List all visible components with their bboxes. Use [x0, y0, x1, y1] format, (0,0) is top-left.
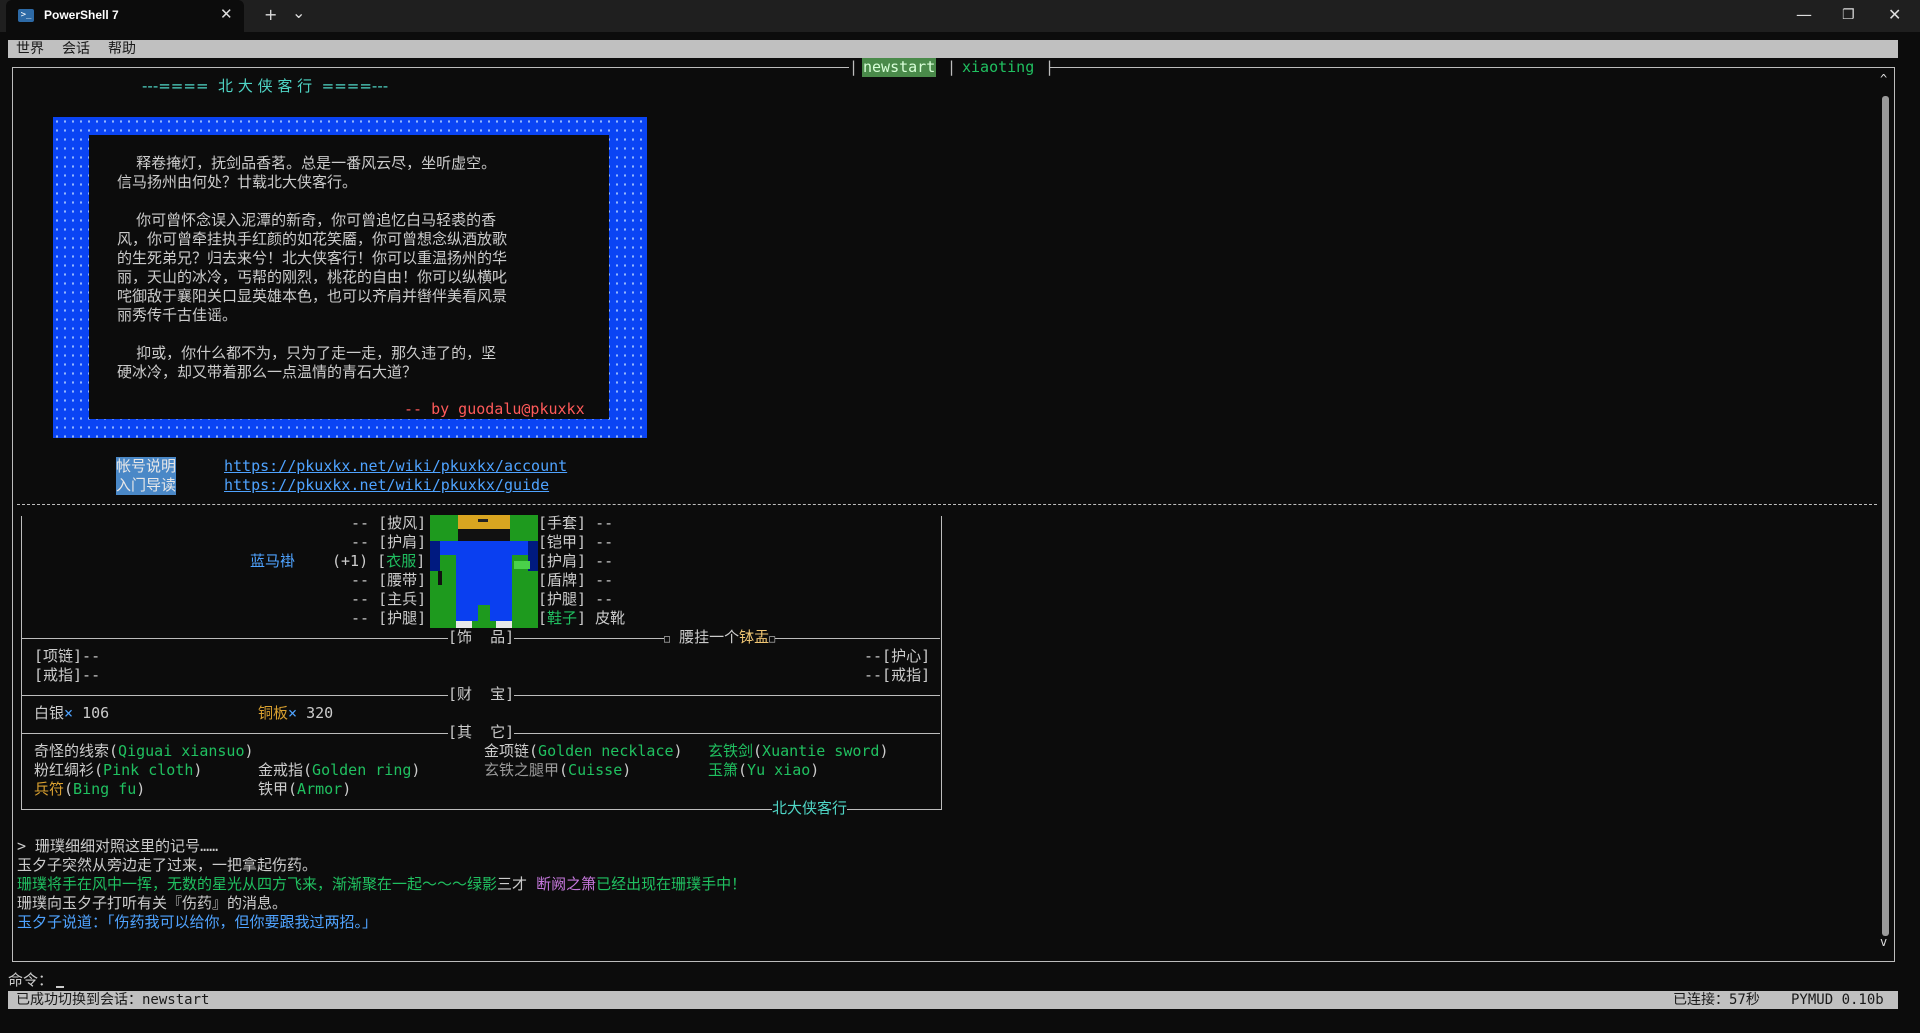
worn-item: 蓝马褂	[250, 552, 296, 570]
menu-world[interactable]: 世界	[16, 40, 44, 58]
title-bar: >_ PowerShell 7 ✕ + ⌄ — ❐ ✕	[0, 0, 1920, 32]
close-window-icon[interactable]: ✕	[1888, 5, 1901, 24]
accessories-header: [饰 品]	[448, 628, 515, 647]
message-line: 珊璞将手在风中一挥，无数的星光从四方飞来，渐渐聚在一起～～～绿影三才 断阙之箫已…	[17, 875, 747, 893]
heart-guard-slot: --[护心]	[864, 647, 931, 665]
inventory-item: 奇怪的线索(Qiguai xiansuo)	[34, 742, 254, 760]
ring-slot-right: --[戒指]	[864, 666, 931, 684]
slot-clothes: (+1) [衣服]	[332, 552, 426, 570]
silver-count: 白银× 106	[34, 704, 110, 722]
inventory-item: 玄铁剑(Xuantie sword)	[708, 742, 889, 760]
command-input[interactable]	[56, 971, 1896, 990]
dashed-divider	[17, 504, 1877, 505]
message-line: 珊璞向玉夕子打听有关『伤药』的消息。	[17, 894, 288, 912]
slot-cloak: -- [披风]	[351, 514, 427, 532]
session-tab-newstart[interactable]: newstart	[862, 58, 937, 77]
chevron-down-icon[interactable]: ⌄	[292, 3, 305, 22]
copper-count: 铜板× 320	[258, 704, 334, 722]
slot-gloves: [手套] --	[538, 514, 614, 532]
scroll-up-icon[interactable]: ^	[1880, 72, 1887, 86]
waist-note: □ 腰挂一个钵盂□	[664, 628, 776, 649]
intro-line: 丽秀传千古佳谣。	[117, 306, 238, 324]
menu-session[interactable]: 会话	[62, 40, 90, 58]
restore-icon[interactable]: ❐	[1842, 7, 1855, 23]
inventory-item: 玄铁之腿甲(Cuisse)	[484, 761, 632, 779]
slot-armor: [铠甲] --	[538, 533, 614, 551]
message-line: 玉夕子说道：「伤药我可以给你，但你要跟我过两招。」	[17, 913, 378, 931]
terminal-tab[interactable]: >_ PowerShell 7 ✕	[6, 0, 244, 32]
slot-leg-right: [护腿] --	[538, 590, 614, 608]
intro-line: 的生死弟兄？归去来兮！北大侠客行！你可以重温扬州的华	[117, 249, 508, 267]
status-message: 已成功切换到会话：newstart	[16, 992, 210, 1008]
intro-line: 丽，天山的冰冷，丐帮的刚烈，桃花的自由！你可以纵横叱	[117, 268, 508, 286]
intro-signature: -- by guodalu@pkuxkx	[404, 400, 585, 418]
slot-shoulder-right: [护肩] --	[538, 552, 614, 570]
app-version: PYMUD 0.10b	[1791, 992, 1884, 1008]
inventory-item: 金戒指(Golden ring)	[258, 761, 421, 779]
ring-slot-left: [戒指]--	[34, 666, 101, 684]
scroll-down-icon[interactable]: v	[1880, 935, 1887, 949]
session-sep-mid: |	[947, 58, 957, 76]
command-prompt: 命令：	[8, 971, 54, 989]
wealth-header: [财 宝]	[448, 685, 515, 704]
connection-time: 已连接：57秒	[1673, 992, 1760, 1008]
terminal-icon: >_	[18, 9, 34, 22]
other-header: [其 它]	[448, 723, 515, 742]
scroll-thumb[interactable]	[1882, 96, 1889, 936]
intro-line: 硬冰冷，却又带着那么一点温情的青石大道？	[117, 363, 418, 381]
slot-shield: [盾牌] --	[538, 571, 614, 589]
slot-main-weapon: -- [主兵]	[351, 590, 427, 608]
inventory-item: 粉红绸衫(Pink cloth)	[34, 761, 203, 779]
session-tab-xiaoting[interactable]: xiaoting	[962, 58, 1034, 77]
session-sep-right: |	[1045, 58, 1055, 76]
guide-link[interactable]: https://pkuxkx.net/wiki/pkuxkx/guide	[224, 476, 549, 495]
slot-leg: -- [护腿]	[351, 609, 427, 627]
slot-belt: -- [腰带]	[351, 571, 427, 589]
inventory-item: 玉箫(Yu xiao)	[708, 761, 820, 779]
menu-bar: 世界 会话 帮助	[8, 40, 1898, 58]
scrollbar[interactable]: ^ v	[1879, 72, 1891, 949]
status-bar: 已成功切换到会话：newstart 已连接：57秒 PYMUD 0.10b	[8, 991, 1898, 1009]
intro-line: 风，你可曾牵挂执手红颜的如花笑靥，你可曾想念纵酒放歌	[117, 230, 508, 248]
slot-shoes: [鞋子] 皮靴	[538, 609, 626, 627]
inventory-item: 兵符(Bing fu)	[34, 780, 146, 798]
intro-line: 抑或，你什么都不为，只为了走一走，那久违了的，坚	[117, 344, 497, 362]
account-link[interactable]: https://pkuxkx.net/wiki/pkuxkx/account	[224, 457, 567, 476]
message-line: 玉夕子突然从旁边走了过来，一把拿起伤药。	[17, 856, 318, 874]
text-cursor	[56, 986, 64, 988]
inventory-item: 金项链(Golden necklace)	[484, 742, 683, 760]
character-avatar	[430, 515, 538, 628]
intro-line: 信马扬州由何处？廿载北大侠客行。	[117, 173, 358, 191]
message-line: > 珊璞细细对照这里的记号……	[17, 837, 219, 855]
intro-line: 释卷掩灯，抚剑品香茗。总是一番风云尽，坐听虚空。	[117, 154, 497, 172]
inventory-item: 铁甲(Armor)	[258, 780, 352, 798]
guide-label: 入门导读	[116, 476, 177, 495]
intro-line: 你可曾怀念误入泥潭的新奇，你可曾追忆白马轻裘的香	[117, 211, 497, 229]
intro-line: 咤御敌于襄阳关口显英雄本色，也可以齐肩并辔伴美看风景	[117, 287, 508, 305]
minimize-icon[interactable]: —	[1796, 5, 1812, 24]
account-label: 帐号说明	[116, 457, 177, 476]
menu-help[interactable]: 帮助	[108, 40, 136, 58]
tab-title: PowerShell 7	[44, 8, 119, 22]
session-sep-left: |	[849, 58, 859, 76]
slot-shoulder: -- [护肩]	[351, 533, 427, 551]
necklace-slot: [项链]--	[34, 647, 101, 665]
close-tab-icon[interactable]: ✕	[220, 5, 233, 23]
game-banner: ---==== 北 大 侠 客 行 ====---	[142, 77, 389, 95]
new-tab-icon[interactable]: +	[264, 5, 277, 24]
equipment-footer: 北大侠客行	[772, 799, 848, 818]
